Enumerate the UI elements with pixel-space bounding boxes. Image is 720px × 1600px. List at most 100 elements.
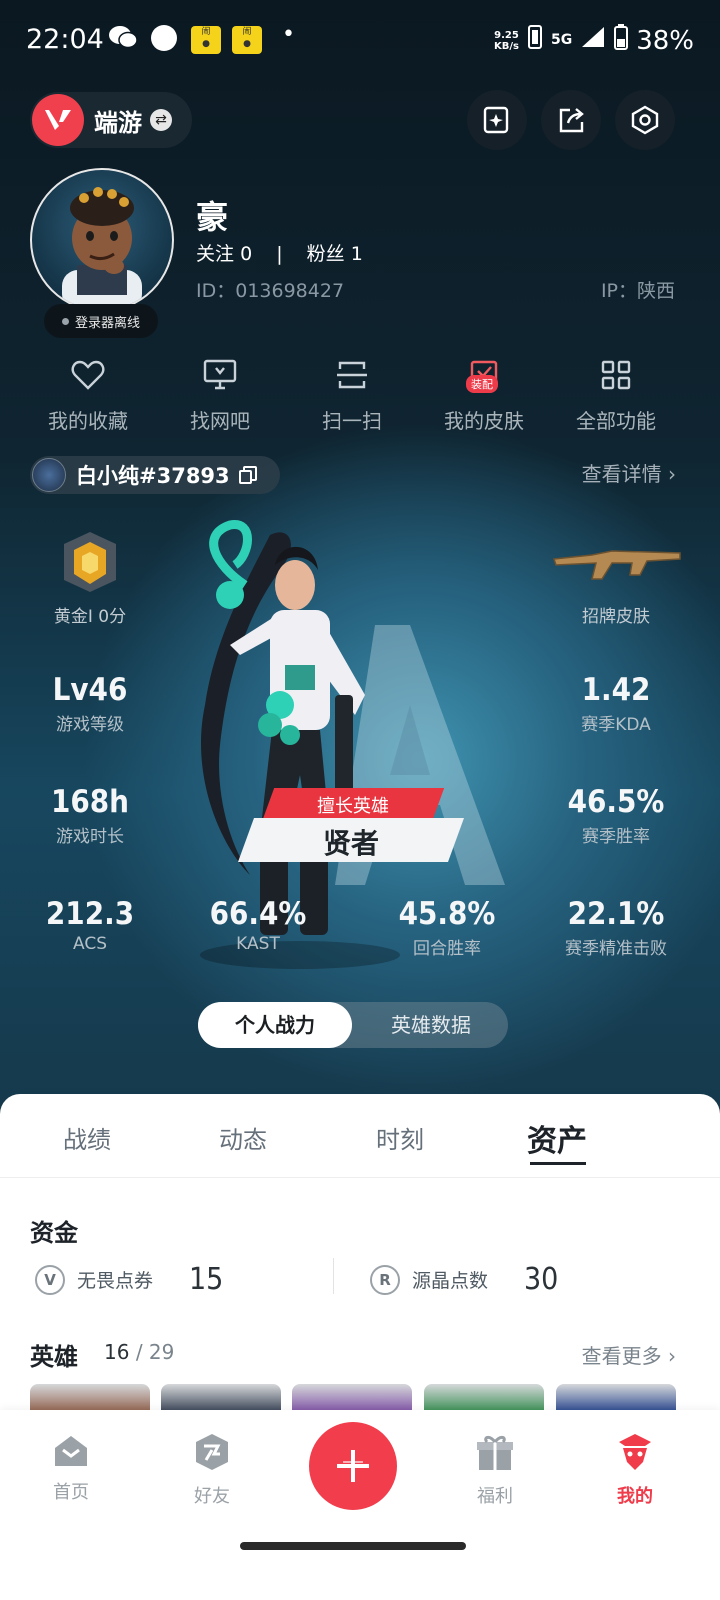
equip-badge: 装配	[466, 375, 498, 393]
chevron-right-icon: ›	[668, 1344, 676, 1368]
quick-label: 找网吧	[190, 409, 250, 433]
username: 豪	[196, 198, 229, 236]
gold-rank-icon	[64, 532, 116, 592]
view-details-link[interactable]: 查看详情 ›	[582, 458, 676, 487]
circle-app-icon	[150, 24, 178, 58]
best-hero-tag: 擅长英雄	[317, 796, 389, 817]
best-hero-name: 贤者	[322, 827, 379, 860]
valorant-logo-icon	[32, 94, 84, 146]
kda-stat: 1.42 赛季KDA	[581, 672, 651, 735]
quick-label: 扫一扫	[322, 409, 382, 433]
avatar[interactable]	[30, 168, 174, 312]
player-avatar	[32, 458, 66, 492]
kast-stat: 66.4% KAST	[209, 896, 307, 954]
see-more-heroes-link[interactable]: 查看更多 ›	[582, 1340, 676, 1369]
quick-item-scan[interactable]: 扫一扫	[286, 355, 418, 434]
ip-location: IP：陕西	[600, 280, 675, 302]
heroes-count: 16 / 29	[104, 1340, 175, 1364]
playtime-stat: 168h 游戏时长	[50, 784, 130, 847]
tab-bar: 战绩 动态 时刻 资产	[0, 1094, 720, 1178]
share-icon	[559, 108, 584, 133]
divider	[333, 1258, 334, 1294]
quick-functions: 我的收藏 找网吧 扫一扫 装配 我的皮肤 全部功能	[22, 355, 682, 434]
card-edit-button[interactable]	[467, 90, 527, 150]
vp-currency-icon: V	[35, 1264, 65, 1295]
headshot-stat: 22.1% 赛季精准击败	[565, 896, 667, 959]
rifle-skin-icon	[552, 550, 681, 580]
signal-icon	[580, 25, 606, 56]
quick-label: 我的皮肤	[444, 409, 524, 433]
status-right: 9.25 KB/s 5G 38%	[494, 24, 694, 57]
tab-moments[interactable]: 时刻	[340, 1120, 460, 1155]
home-indicator	[240, 1542, 466, 1550]
plus-icon	[337, 1450, 369, 1482]
app-notification-icon-2: 闹 ●	[232, 26, 262, 54]
quick-item-skins[interactable]: 装配 我的皮肤	[418, 355, 550, 434]
signature-skin-label: 招牌皮肤	[582, 607, 650, 627]
swap-icon: ⇄	[150, 109, 172, 131]
currency-value: 15	[189, 1262, 224, 1297]
quick-label: 我的收藏	[48, 409, 128, 433]
gift-icon	[477, 1435, 513, 1470]
status-text: 登录器离线	[74, 315, 140, 331]
player-name: 白小纯#37893	[76, 464, 230, 488]
player-tag[interactable]: 白小纯#37893	[30, 456, 280, 494]
avatar-illustration	[62, 187, 142, 310]
home-icon	[55, 1436, 87, 1466]
tab-assets[interactable]: 资产	[497, 1116, 617, 1160]
card-sparkle-icon	[483, 106, 509, 134]
toggle-hero-data[interactable]: 英雄数据	[354, 1002, 508, 1048]
bottom-nav: 首页 好友 福利 我的	[0, 1410, 720, 1600]
status-dot	[61, 317, 69, 325]
net-speed: 9.25 KB/s	[493, 29, 519, 52]
friends-icon	[196, 1434, 228, 1470]
settings-button[interactable]	[615, 90, 675, 150]
divider: |	[276, 243, 283, 265]
game-name: 端游	[94, 108, 142, 137]
follow-link[interactable]: 关注 0	[196, 243, 252, 265]
currency-radianite: R 源晶点数 30	[370, 1262, 558, 1297]
heroes-title: 英雄	[30, 1343, 78, 1371]
network-type: 5G	[550, 32, 573, 48]
radianite-currency-icon: R	[370, 1264, 400, 1295]
profile-header-area: 22:04 闹 ● 闹 ● • 9.25 KB/s 5G 38% 端游 ⇄ 登录…	[0, 0, 720, 1130]
heart-icon	[68, 355, 108, 395]
quick-item-favorites[interactable]: 我的收藏	[22, 355, 154, 434]
game-switcher[interactable]: 端游 ⇄	[30, 92, 192, 148]
currency-label: 无畏点券	[77, 1270, 154, 1292]
status-time: 22:04	[26, 24, 104, 55]
tab-record[interactable]: 战绩	[27, 1120, 147, 1155]
user-id: ID：013698427	[196, 280, 345, 302]
profile-icon	[619, 1434, 651, 1470]
currency-vp: V 无畏点券 15	[35, 1262, 223, 1297]
quick-item-all-functions[interactable]: 全部功能	[550, 355, 682, 434]
scan-icon	[332, 355, 372, 395]
winrate-stat: 46.5% 赛季胜率	[567, 784, 665, 847]
nav-home[interactable]: 首页	[26, 1432, 116, 1504]
quick-item-net-cafe[interactable]: 找网吧	[154, 355, 286, 434]
active-tab-indicator	[530, 1162, 586, 1165]
settings-hexagon-icon	[631, 105, 659, 135]
fans-link[interactable]: 粉丝 1	[307, 243, 363, 265]
create-post-button[interactable]	[309, 1422, 397, 1510]
chevron-right-icon: ›	[668, 462, 676, 486]
tab-feed[interactable]: 动态	[183, 1120, 303, 1155]
round-winrate-stat: 45.8% 回合胜率	[398, 896, 496, 959]
nav-profile[interactable]: 我的	[590, 1432, 680, 1508]
rank-label: 黄金I 0分	[53, 607, 127, 627]
currency-value: 30	[524, 1262, 559, 1297]
funds-title: 资金	[30, 1219, 78, 1247]
monitor-icon	[200, 355, 240, 395]
follow-stats: 关注 0 | 粉丝 1	[196, 239, 363, 266]
acs-stat: 212.3 ACS	[45, 896, 135, 954]
copy-icon[interactable]	[238, 465, 258, 485]
stats-toggle: 个人战力 英雄数据	[198, 1002, 508, 1048]
nav-welfare[interactable]: 福利	[450, 1432, 540, 1508]
currency-label: 源晶点数	[412, 1270, 489, 1292]
battery-level: 38%	[636, 25, 694, 56]
level-stat: Lv46 游戏等级	[52, 672, 128, 735]
nav-friends[interactable]: 好友	[167, 1432, 257, 1508]
share-button[interactable]	[541, 90, 601, 150]
toggle-personal-power[interactable]: 个人战力	[198, 1002, 352, 1048]
battery-icon	[614, 24, 629, 57]
